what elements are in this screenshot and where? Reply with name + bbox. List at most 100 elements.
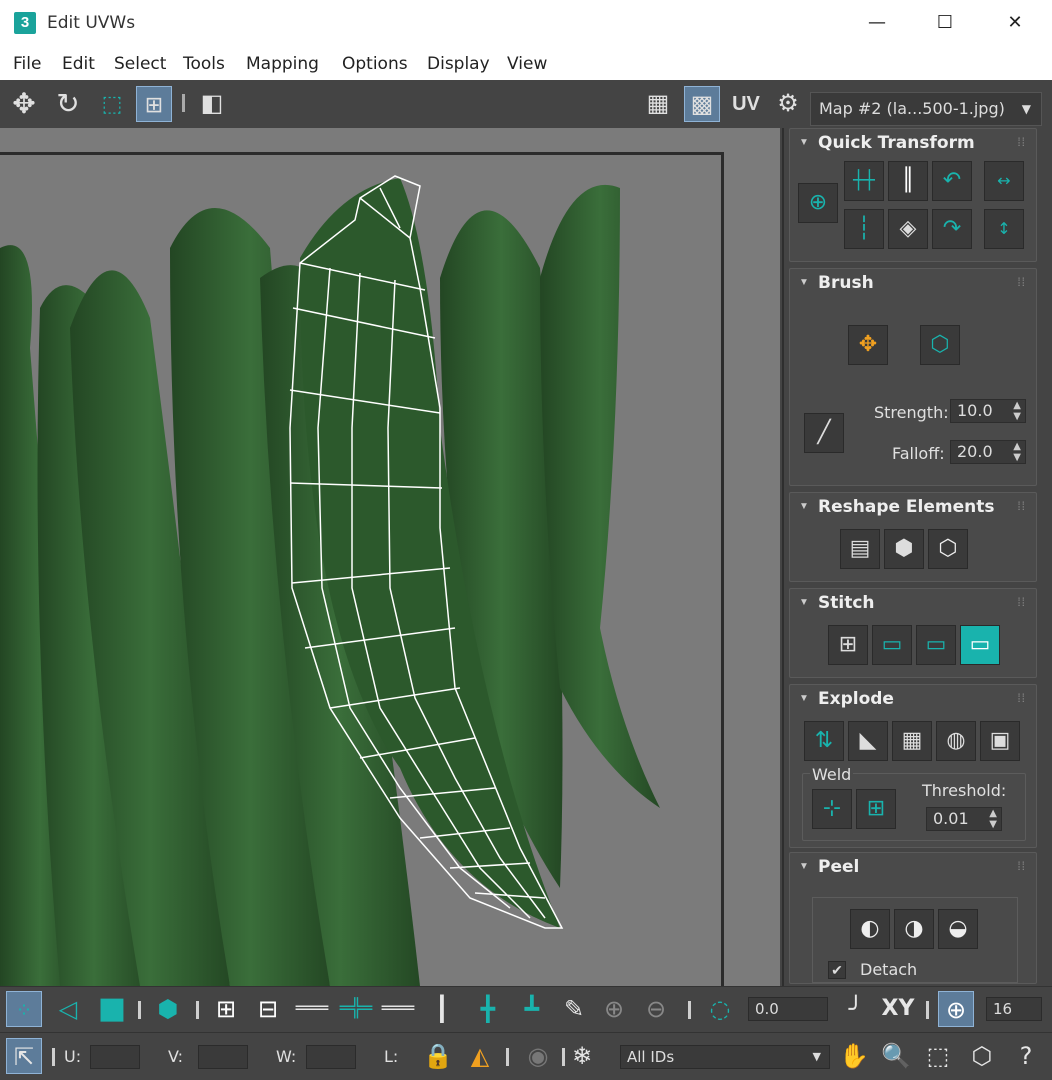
polygon-mode-icon[interactable]: ■ [94, 991, 130, 1027]
flatten-by-smoothing-icon[interactable]: ▣ [980, 721, 1020, 761]
ring-grow-icon[interactable]: ═╬═ [338, 991, 374, 1027]
collapse-arrow-icon[interactable]: ▼ [799, 277, 809, 288]
spinner-arrows-icon[interactable]: ▲ ▼ [989, 808, 997, 830]
detach-checkbox[interactable]: ✔ [828, 961, 846, 979]
explode-title[interactable]: Explode [818, 689, 894, 709]
weld-selected-icon[interactable]: ⊞ [856, 789, 896, 829]
menu-edit[interactable]: Edit [62, 54, 95, 74]
peel-reset-icon[interactable]: ◒ [938, 909, 978, 949]
edge-mode-icon[interactable]: ◁ [50, 991, 86, 1027]
align-vertical-icon[interactable]: ║ [888, 161, 928, 201]
stitch-average-icon[interactable]: ▭ [916, 625, 956, 665]
ring-shrink-icon[interactable]: ═══ [380, 991, 416, 1027]
vertex-mode-icon[interactable]: ⁘ [6, 991, 42, 1027]
space-vertical-icon[interactable]: ↕ [984, 209, 1024, 249]
menu-display[interactable]: Display [427, 54, 490, 74]
xy-coordinate-button[interactable]: XY [880, 991, 916, 1027]
collapse-arrow-icon[interactable]: ▼ [799, 501, 809, 512]
mirror-tool-icon[interactable]: ◧ [194, 86, 230, 122]
zoom-region-icon[interactable]: ⬚ [920, 1038, 956, 1074]
relax-icon[interactable]: ⬢ [884, 529, 924, 569]
menu-select[interactable]: Select [114, 54, 166, 74]
uv-coordinate-button[interactable]: UV [728, 86, 764, 122]
help-icon[interactable]: ? [1008, 1038, 1044, 1074]
pan-icon[interactable]: ✋ [836, 1038, 872, 1074]
stitch-title[interactable]: Stitch [818, 593, 875, 613]
stitch-custom-icon[interactable]: ⊞ [828, 625, 868, 665]
hide-icon[interactable]: ◭ [462, 1038, 498, 1074]
grid-snap-icon[interactable]: ⊕ [938, 991, 974, 1027]
element-mode-icon[interactable]: ⬢ [150, 991, 186, 1027]
move-tool-icon[interactable]: ✥ [6, 86, 42, 122]
spinner-arrows-icon[interactable]: ▲ ▼ [1013, 400, 1021, 422]
menu-view[interactable]: View [507, 54, 547, 74]
stitch-to-source-icon[interactable]: ▭ [872, 625, 912, 665]
texture-settings-icon[interactable]: ⚙ [770, 86, 806, 122]
grid-size-spinner[interactable]: 16 [986, 997, 1042, 1021]
close-button[interactable]: ✕ [980, 0, 1050, 46]
loop-selection-icon[interactable]: ┃ [424, 991, 460, 1027]
loop-shrink-icon[interactable]: ┻ [514, 991, 550, 1027]
strength-spinner[interactable]: 10.0 ▲ ▼ [950, 399, 1026, 423]
align-horizontal-icon[interactable]: ┼┼ [844, 161, 884, 201]
straighten-icon[interactable]: ◈ [888, 209, 928, 249]
show-map-icon[interactable]: ▩ [684, 86, 720, 122]
flatten-by-material-icon[interactable]: ◍ [936, 721, 976, 761]
menu-file[interactable]: File [13, 54, 41, 74]
collapse-arrow-icon[interactable]: ▼ [799, 693, 809, 704]
menu-options[interactable]: Options [342, 54, 408, 74]
weld-target-icon[interactable]: ⊹ [812, 789, 852, 829]
brush-title[interactable]: Brush [818, 273, 874, 293]
minimize-button[interactable]: — [842, 0, 912, 46]
zoom-extents-icon[interactable]: ⬡ [964, 1038, 1000, 1074]
paint-move-icon[interactable]: ✥ [848, 325, 888, 365]
stitch-to-target-icon[interactable]: ▭ [960, 625, 1000, 665]
relax-settings-icon[interactable]: ⬡ [928, 529, 968, 569]
reshape-elements-title[interactable]: Reshape Elements [818, 497, 995, 517]
w-field[interactable] [306, 1045, 356, 1069]
flatten-by-angle-icon[interactable]: ◣ [848, 721, 888, 761]
map-dropdown[interactable]: Map #2 (la...500-1.jpg) ▼ [810, 92, 1042, 126]
rotate-ccw-icon[interactable]: ↶ [932, 161, 972, 201]
material-id-dropdown[interactable]: All IDs ▼ [620, 1045, 830, 1069]
zoom-icon[interactable]: 🔍 [878, 1038, 914, 1074]
falloff-type-icon[interactable]: ╯ [838, 991, 874, 1027]
peel-mode-icon[interactable]: ◑ [894, 909, 934, 949]
loop-grow-icon[interactable]: ╋ [470, 991, 506, 1027]
grow-selection-icon[interactable]: ⊞ [208, 991, 244, 1027]
brush-grow-icon[interactable]: ⊕ [596, 991, 632, 1027]
u-field[interactable] [90, 1045, 140, 1069]
flatten-by-polygon-icon[interactable]: ▦ [892, 721, 932, 761]
lock-icon[interactable]: 🔒 [420, 1038, 456, 1074]
threshold-spinner[interactable]: 0.01 ▲ ▼ [926, 807, 1002, 831]
brush-shrink-icon[interactable]: ⊖ [638, 991, 674, 1027]
freeze-icon[interactable]: ❄ [564, 1038, 600, 1074]
collapse-arrow-icon[interactable]: ▼ [799, 597, 809, 608]
relax-brush-icon[interactable]: ⬡ [920, 325, 960, 365]
soft-selection-value[interactable]: 0.0 [748, 997, 828, 1021]
ring-selection-icon[interactable]: ═══ [294, 991, 330, 1027]
unhide-icon[interactable]: ◉ [520, 1038, 556, 1074]
menu-mapping[interactable]: Mapping [246, 54, 319, 74]
straighten-selection-icon[interactable]: ▤ [840, 529, 880, 569]
paint-select-icon[interactable]: ✎ [556, 991, 592, 1027]
collapse-arrow-icon[interactable]: ▼ [799, 861, 809, 872]
space-horizontal-icon[interactable]: ↔ [984, 161, 1024, 201]
falloff-curve-icon[interactable]: ╱ [804, 413, 844, 453]
falloff-spinner[interactable]: 20.0 ▲ ▼ [950, 440, 1026, 464]
soft-selection-icon[interactable]: ◌ [702, 991, 738, 1027]
break-icon[interactable]: ⇅ [804, 721, 844, 761]
absolute-offset-icon[interactable]: ⇱ [6, 1038, 42, 1074]
checker-pattern-icon[interactable]: ▦ [640, 86, 676, 122]
quick-peel-icon[interactable]: ◐ [850, 909, 890, 949]
peel-title[interactable]: Peel [818, 857, 859, 877]
align-left-icon[interactable]: ┆ [844, 209, 884, 249]
rotate-cw-icon[interactable]: ↷ [932, 209, 972, 249]
menu-tools[interactable]: Tools [183, 54, 225, 74]
maximize-button[interactable]: ☐ [910, 0, 980, 46]
freeform-tool-icon[interactable]: ⊞ [136, 86, 172, 122]
collapse-arrow-icon[interactable]: ▼ [799, 137, 809, 148]
transform-center-icon[interactable]: ⊕ [798, 183, 838, 223]
shrink-selection-icon[interactable]: ⊟ [250, 991, 286, 1027]
scale-tool-icon[interactable]: ⬚ [94, 86, 130, 122]
